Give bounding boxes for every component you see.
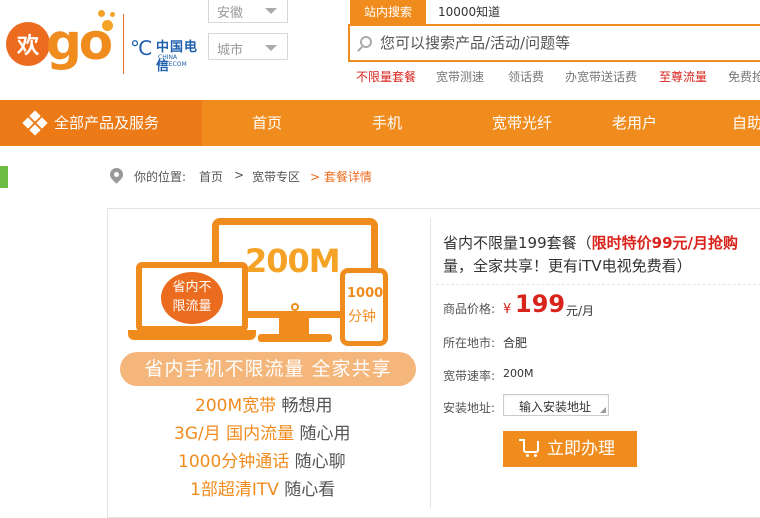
province-select[interactable]: 安徽 [208, 0, 288, 23]
china-telecom-en: CHINA TELECOM [158, 54, 187, 68]
feature-highlight: 3G/月 国内流量 [174, 424, 295, 444]
search-box [348, 24, 760, 62]
feature-line: 3G/月 国内流量 随心用 [174, 419, 351, 444]
address-input-placeholder: 输入安装地址 [519, 400, 592, 414]
chevron-down-icon [265, 8, 277, 14]
buy-now-label: 立即办理 [547, 439, 615, 459]
hot-link-speedtest[interactable]: 宽带测速 [436, 68, 484, 85]
speed-value: 200M [503, 367, 534, 380]
side-float-tab[interactable] [0, 166, 8, 188]
product-title: 省内不限量199套餐（限时特价99元/月抢购 量，全家共享！更有iTV电视免费看… [443, 232, 760, 278]
feature-highlight: 1部超清ITV [190, 480, 279, 500]
badge-line-1: 省内不 [172, 280, 212, 295]
tab-site-search[interactable]: 站内搜索 [350, 0, 427, 24]
price-unit: 元/月 [566, 304, 595, 318]
monitor-speed-text: 200M [245, 242, 341, 280]
chevron-down-icon [265, 45, 277, 51]
product-price: 199 [515, 290, 566, 318]
info-divider [436, 284, 760, 285]
feature-rest: 随心看 [278, 480, 336, 500]
product-title-promo: 限时特价99元/月抢购 [591, 234, 738, 252]
logo-go-text: go [46, 13, 113, 71]
breadcrumb-sep: > [234, 168, 245, 182]
product-title-start: 省内不限量199套餐（ [443, 234, 592, 252]
address-label: 安装地址: [443, 401, 496, 415]
city-select-value: 城市 [217, 43, 244, 58]
monitor-base [258, 334, 332, 342]
search-icon[interactable] [360, 36, 372, 48]
province-select-value: 安徽 [217, 6, 244, 21]
feature-rest: 随心用 [294, 424, 351, 444]
badge-line-2: 限流量 [172, 299, 212, 314]
logo-dot-large [102, 20, 113, 31]
all-products-label: 全部产品及服务 [54, 114, 160, 132]
monitor-dot [291, 303, 299, 311]
tab-10000-know[interactable]: 10000知道 [424, 0, 514, 24]
logo-dot-medium [98, 10, 105, 17]
logo-huan-badge: 欢 [6, 22, 50, 66]
hot-link-credit[interactable]: 领话费 [508, 68, 544, 85]
promo-banner: 省内手机不限流量 全家共享 [120, 352, 416, 386]
feature-line: 1部超清ITV 随心看 [190, 475, 335, 500]
address-input[interactable]: 输入安装地址 [503, 394, 609, 416]
price-label: 商品价格: [443, 302, 496, 316]
buy-now-button[interactable]: 立即办理 [503, 431, 637, 467]
china-telecom-icon: ℃ [130, 36, 153, 60]
feature-highlight: 1000分钟通话 [178, 452, 290, 472]
city-value: 合肥 [503, 336, 528, 350]
hot-link-free[interactable]: 免费抢 [728, 68, 760, 85]
nav-broadband[interactable]: 宽带光纤 [492, 100, 552, 146]
site-logo[interactable]: 欢 go ℃ 中国电信 CHINA TELECOM [6, 8, 206, 78]
city-select[interactable]: 城市 [208, 33, 288, 60]
cart-icon [519, 439, 539, 457]
breadcrumb-broadband[interactable]: 宽带专区 [252, 168, 300, 185]
phone-minutes-unit: 分钟 [348, 309, 376, 325]
hot-link-premium-data[interactable]: 至尊流量 [659, 68, 707, 85]
breadcrumb-current: > 套餐详情 [310, 170, 372, 184]
grid-diamond-icon [22, 110, 48, 136]
breadcrumb-home[interactable]: 首页 [199, 168, 223, 185]
laptop-base [128, 330, 256, 340]
feature-rest: 随心聊 [289, 452, 346, 472]
feature-highlight: 200M宽带 [195, 396, 277, 416]
nav-home[interactable]: 首页 [252, 100, 282, 146]
nav-phone[interactable]: 手机 [372, 100, 402, 146]
nav-self-service[interactable]: 自助 [732, 100, 760, 146]
hot-link-unlimited[interactable]: 不限量套餐 [356, 68, 416, 85]
product-title-end: 量，全家共享！更有iTV电视免费看） [443, 257, 692, 275]
phone-minutes-number: 1000 [347, 286, 384, 301]
speed-label: 宽带速率: [443, 369, 496, 383]
logo-divider [123, 14, 124, 74]
product-panel-divider [430, 218, 431, 508]
search-input[interactable] [380, 31, 760, 55]
feature-rest: 畅想用 [276, 396, 333, 416]
hot-link-broadband-credit[interactable]: 办宽带送话费 [565, 68, 637, 85]
feature-line: 200M宽带 畅想用 [195, 391, 333, 416]
unlimited-data-badge: 省内不 限流量 [161, 272, 223, 324]
currency-symbol: ¥ [503, 302, 512, 317]
location-pin-icon [107, 165, 126, 184]
logo-dot-small [110, 12, 115, 17]
nav-existing-users[interactable]: 老用户 [612, 100, 657, 146]
breadcrumb-prefix: 你的位置: [134, 170, 187, 184]
all-products-menu[interactable]: 全部产品及服务 [0, 100, 202, 146]
city-label: 所在地市: [443, 336, 496, 350]
feature-line: 1000分钟通话 随心聊 [178, 447, 346, 472]
resize-corner-icon [600, 407, 606, 413]
